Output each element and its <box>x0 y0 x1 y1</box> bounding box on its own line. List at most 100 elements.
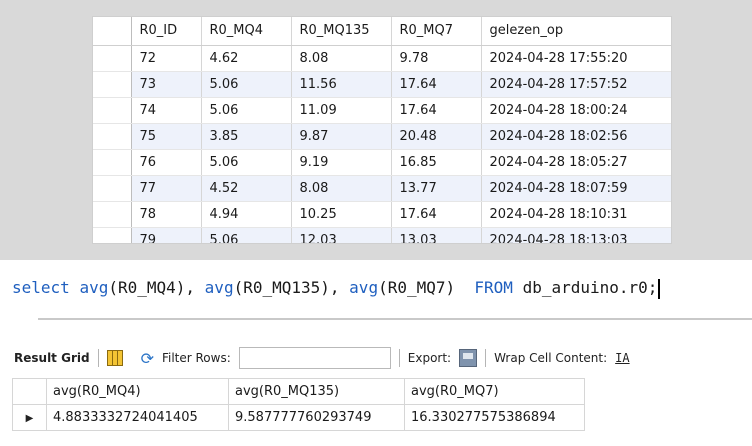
filter-rows-input[interactable] <box>238 347 391 369</box>
table-cell[interactable]: 8.08 <box>291 45 392 72</box>
table-cell[interactable]: 77 <box>131 175 202 202</box>
row-pointer-icon: ▶ <box>25 413 34 424</box>
sql-keyword-select: select <box>12 278 70 297</box>
refresh-icon[interactable]: ⟳ <box>141 349 154 368</box>
table-cell[interactable]: 4.52 <box>201 175 292 202</box>
column-header[interactable]: R0_MQ7 <box>391 17 482 46</box>
table-row[interactable]: 72 4.62 8.08 9.78 2024-04-28 17:55:20 <box>93 45 671 72</box>
sql-function-avg: avg <box>349 278 379 297</box>
table-cell[interactable]: 79 <box>131 227 202 243</box>
table-cell[interactable]: 17.64 <box>391 201 482 228</box>
column-header[interactable]: R0_ID <box>131 17 202 46</box>
sql-argument: (R0_MQ4), <box>108 278 205 297</box>
table-cell[interactable]: 5.06 <box>201 227 292 243</box>
toolbar-separator <box>398 349 400 367</box>
table-cell[interactable]: 2024-04-28 17:57:52 <box>481 71 671 98</box>
table-cell[interactable]: 16.330277575386894 <box>404 404 585 431</box>
row-header-corner <box>93 17 132 46</box>
sql-function-avg: avg <box>204 278 234 297</box>
wrap-cell-label: Wrap Cell Content: <box>494 351 608 365</box>
sql-editor-panel: select avg(R0_MQ4), avg(R0_MQ135), avg(R… <box>0 260 752 446</box>
wrap-icon[interactable]: IA <box>615 351 629 365</box>
toolbar-separator <box>97 349 99 367</box>
table-row[interactable]: 78 4.94 10.25 17.64 2024-04-28 18:10:31 <box>93 201 671 228</box>
table-cell[interactable]: 2024-04-28 17:55:20 <box>481 45 671 72</box>
sql-table-name: db_arduino.r0; <box>512 278 658 297</box>
table-cell[interactable]: 17.64 <box>391 71 482 98</box>
result-grid: avg(R0_MQ4) avg(R0_MQ135) avg(R0_MQ7) ▶ … <box>12 378 585 431</box>
toolbar-separator <box>485 349 487 367</box>
table-cell[interactable]: 20.48 <box>391 123 482 150</box>
table-cell[interactable]: 12.03 <box>291 227 392 243</box>
row-selector[interactable] <box>93 45 132 72</box>
table-row[interactable]: 74 5.06 11.09 17.64 2024-04-28 18:00:24 <box>93 97 671 124</box>
column-header[interactable]: R0_MQ135 <box>291 17 392 46</box>
table-cell[interactable]: 4.8833332724041405 <box>46 404 229 431</box>
table-row[interactable]: ▶ 4.8833332724041405 9.587777760293749 1… <box>12 404 585 431</box>
table-cell[interactable]: 4.62 <box>201 45 292 72</box>
row-selector[interactable] <box>93 123 132 150</box>
table-cell[interactable]: 13.03 <box>391 227 482 243</box>
result-toolbar: Result Grid ⟳ Filter Rows: Export: Wrap … <box>14 343 752 373</box>
sql-query-line[interactable]: select avg(R0_MQ4), avg(R0_MQ135), avg(R… <box>0 268 732 308</box>
sql-argument: (R0_MQ135), <box>233 278 350 297</box>
table-cell[interactable]: 2024-04-28 18:05:27 <box>481 149 671 176</box>
table-cell[interactable]: 9.587777760293749 <box>228 404 405 431</box>
table-cell[interactable]: 2024-04-28 18:00:24 <box>481 97 671 124</box>
table-cell[interactable]: 78 <box>131 201 202 228</box>
table-cell[interactable]: 74 <box>131 97 202 124</box>
top-grid-header-row: R0_ID R0_MQ4 R0_MQ135 R0_MQ7 gelezen_op <box>93 17 671 46</box>
sql-keyword-from: FROM <box>474 278 513 297</box>
column-header[interactable]: R0_MQ4 <box>201 17 292 46</box>
row-selector[interactable]: ▶ <box>12 404 47 431</box>
table-row[interactable]: 73 5.06 11.56 17.64 2024-04-28 17:57:52 <box>93 71 671 98</box>
table-row[interactable]: 76 5.06 9.19 16.85 2024-04-28 18:05:27 <box>93 149 671 176</box>
grid-icon[interactable] <box>106 350 123 366</box>
column-header[interactable]: avg(R0_MQ4) <box>46 378 229 405</box>
table-cell[interactable]: 2024-04-28 18:10:31 <box>481 201 671 228</box>
table-cell[interactable]: 10.25 <box>291 201 392 228</box>
sql-function-avg: avg <box>79 278 109 297</box>
row-selector[interactable] <box>93 71 132 98</box>
table-cell[interactable]: 5.06 <box>201 97 292 124</box>
table-cell[interactable]: 2024-04-28 18:02:56 <box>481 123 671 150</box>
table-cell[interactable]: 9.87 <box>291 123 392 150</box>
table-cell[interactable]: 9.78 <box>391 45 482 72</box>
table-cell[interactable]: 2024-04-28 18:07:59 <box>481 175 671 202</box>
row-selector[interactable] <box>93 175 132 202</box>
column-header[interactable]: avg(R0_MQ135) <box>228 378 405 405</box>
row-header-corner <box>12 378 47 405</box>
column-header[interactable]: gelezen_op <box>481 17 671 46</box>
table-cell[interactable]: 11.56 <box>291 71 392 98</box>
table-cell[interactable]: 4.94 <box>201 201 292 228</box>
table-cell[interactable]: 5.06 <box>201 71 292 98</box>
divider <box>38 318 752 320</box>
table-cell[interactable]: 5.06 <box>201 149 292 176</box>
row-selector[interactable] <box>93 227 132 243</box>
table-row[interactable]: 75 3.85 9.87 20.48 2024-04-28 18:02:56 <box>93 123 671 150</box>
table-cell[interactable]: 2024-04-28 18:13:03 <box>481 227 671 243</box>
export-label: Export: <box>407 351 452 365</box>
table-cell[interactable]: 8.08 <box>291 175 392 202</box>
sql-argument: (R0_MQ7) <box>378 278 475 297</box>
table-cell[interactable]: 76 <box>131 149 202 176</box>
table-row[interactable]: 77 4.52 8.08 13.77 2024-04-28 18:07:59 <box>93 175 671 202</box>
table-cell[interactable]: 17.64 <box>391 97 482 124</box>
result-grid-tab[interactable]: Result Grid <box>14 343 90 373</box>
table-cell[interactable]: 9.19 <box>291 149 392 176</box>
table-cell[interactable]: 13.77 <box>391 175 482 202</box>
table-cell[interactable]: 75 <box>131 123 202 150</box>
top-results-grid: R0_ID R0_MQ4 R0_MQ135 R0_MQ7 gelezen_op … <box>93 17 671 243</box>
table-cell[interactable]: 72 <box>131 45 202 72</box>
row-selector[interactable] <box>93 97 132 124</box>
table-cell[interactable]: 11.09 <box>291 97 392 124</box>
row-selector[interactable] <box>93 201 132 228</box>
table-cell[interactable]: 3.85 <box>201 123 292 150</box>
table-row[interactable]: 79 5.06 12.03 13.03 2024-04-28 18:13:03 <box>93 227 671 243</box>
export-icon[interactable] <box>459 349 478 367</box>
row-selector[interactable] <box>93 149 132 176</box>
top-results-panel: R0_ID R0_MQ4 R0_MQ135 R0_MQ7 gelezen_op … <box>92 16 672 244</box>
column-header[interactable]: avg(R0_MQ7) <box>404 378 585 405</box>
table-cell[interactable]: 73 <box>131 71 202 98</box>
table-cell[interactable]: 16.85 <box>391 149 482 176</box>
